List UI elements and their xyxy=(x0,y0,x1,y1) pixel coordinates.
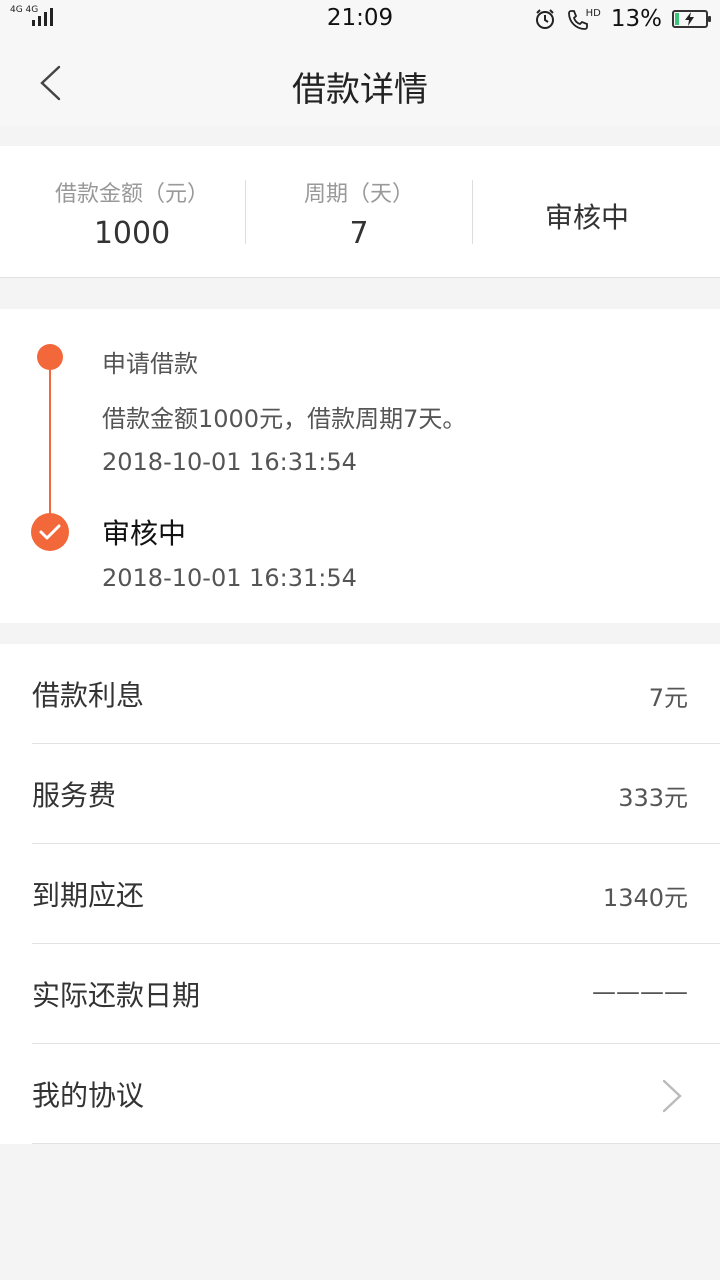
battery-charging-icon xyxy=(672,10,711,28)
row-actual-repayment-date: 实际还款日期 ———— xyxy=(0,944,720,1044)
row-amount-due: 到期应还 1340元 xyxy=(0,844,720,944)
step-time: 2018-10-01 16:31:54 xyxy=(102,564,357,592)
battery-percent: 13% xyxy=(610,6,662,32)
loan-details-list: 借款利息 7元 服务费 333元 到期应还 1340元 实际还款日期 ———— … xyxy=(0,644,720,1144)
step-dot-icon xyxy=(37,344,63,370)
row-label: 借款利息 xyxy=(32,679,145,712)
row-value: 7元 xyxy=(648,684,688,712)
navigation-bar: 借款详情 xyxy=(0,40,720,126)
row-value: 333元 xyxy=(618,784,688,812)
status-bar: 4G 4G 21:09 HD 13% xyxy=(0,0,720,40)
step-title: 审核中 xyxy=(102,517,187,550)
step-time: 2018-10-01 16:31:54 xyxy=(102,448,357,476)
step-title: 申请借款 xyxy=(102,350,198,378)
row-value: ———— xyxy=(592,978,688,1006)
loan-period-section: 周期（天） 7 xyxy=(239,146,479,278)
row-label: 服务费 xyxy=(32,779,117,812)
loan-period-value: 7 xyxy=(349,216,369,251)
battery-level xyxy=(675,13,680,25)
progress-timeline: 申请借款 借款金额1000元，借款周期7天。 2018-10-01 16:31:… xyxy=(0,309,720,623)
chevron-right-icon xyxy=(662,1079,682,1113)
step-description: 借款金额1000元，借款周期7天。 xyxy=(102,405,467,433)
hd-call-icon: HD xyxy=(566,8,601,30)
loan-period-label: 周期（天） xyxy=(303,182,414,207)
hd-label: HD xyxy=(585,8,601,19)
row-interest: 借款利息 7元 xyxy=(0,644,720,744)
check-circle-icon xyxy=(31,513,69,551)
alarm-icon xyxy=(535,9,554,29)
row-value: 1340元 xyxy=(602,884,688,912)
row-label: 我的协议 xyxy=(32,1079,145,1112)
timeline-connector xyxy=(49,359,51,524)
loan-amount-label: 借款金额（元） xyxy=(54,182,209,207)
status-icons: HD 13% xyxy=(534,6,711,32)
loan-amount-section: 借款金额（元） 1000 xyxy=(12,146,252,278)
page-title: 借款详情 xyxy=(292,70,428,110)
loan-status-section: 审核中 xyxy=(467,146,707,278)
loan-status: 审核中 xyxy=(544,201,629,234)
loan-summary-card: 借款金额（元） 1000 周期（天） 7 审核中 xyxy=(0,146,720,278)
row-label: 到期应还 xyxy=(32,879,145,912)
row-service-fee: 服务费 333元 xyxy=(0,744,720,844)
row-my-agreement[interactable]: 我的协议 xyxy=(0,1044,720,1144)
row-label: 实际还款日期 xyxy=(32,979,201,1012)
loan-amount-value: 1000 xyxy=(93,216,171,251)
